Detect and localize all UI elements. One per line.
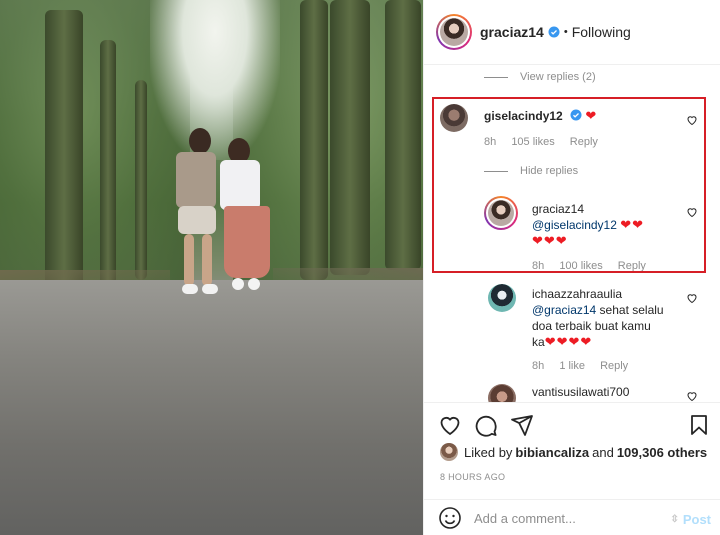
add-comment-bar: ⇳ Post — [424, 499, 720, 535]
post-button[interactable]: ⇳ Post — [670, 512, 711, 527]
liker-avatar[interactable] — [440, 443, 458, 461]
emoji-icon[interactable] — [438, 506, 462, 530]
post-header: graciaz14 • Following — [424, 0, 720, 65]
like-heart-icon[interactable] — [438, 413, 462, 437]
scroll-arrows-icon: ⇳ — [670, 514, 679, 525]
liked-by-prefix: Liked by — [464, 444, 513, 460]
post-photo[interactable] — [0, 0, 423, 535]
tree-trunk — [385, 0, 421, 270]
replies-divider — [484, 76, 508, 78]
liked-by-count[interactable]: 109,306 others — [617, 445, 707, 460]
avatar[interactable] — [488, 284, 516, 312]
comment-username[interactable]: vantisusilawati700 — [532, 385, 629, 399]
avatar[interactable] — [488, 384, 516, 402]
comment-likes[interactable]: 1 like — [559, 360, 585, 372]
comment-text: ka — [532, 335, 545, 349]
tree-trunk — [300, 0, 328, 280]
view-replies-toggle[interactable]: View replies (2) — [484, 71, 596, 83]
action-icons — [436, 411, 713, 439]
person-woman — [214, 138, 272, 298]
header-separator: • — [563, 26, 568, 38]
comment-text: doa terbaik buat kamu — [532, 319, 651, 333]
tree-trunk — [45, 10, 83, 295]
comments-list[interactable]: View replies (2) giselacindy12 ❤ 8h 105 … — [424, 66, 720, 402]
author-username[interactable]: graciaz14 — [480, 24, 544, 40]
tree-trunk — [135, 80, 147, 280]
post-label: Post — [682, 512, 711, 527]
reply-ichaazzahraaulia: ichaazzahraaulia @graciaz14 sehat selalu… — [424, 282, 720, 372]
road — [0, 280, 423, 535]
liked-by-summary[interactable]: Liked by bibiancaliza and 109,306 others — [440, 443, 707, 461]
post-timestamp[interactable]: 8 HOURS AGO — [440, 472, 505, 482]
heart-outline-icon[interactable] — [686, 292, 698, 304]
post-side-panel: graciaz14 • Following View replies (2) g… — [423, 0, 720, 535]
verified-badge-icon — [548, 26, 560, 38]
tree-trunk — [100, 40, 116, 285]
comment-username[interactable]: ichaazzahraaulia — [532, 286, 692, 302]
mention-link[interactable]: @graciaz14 — [532, 303, 596, 317]
reply-button[interactable]: Reply — [600, 360, 628, 372]
post-actions: Liked by bibiancaliza and 109,306 others… — [424, 402, 720, 535]
liked-by-user[interactable]: bibiancaliza — [515, 445, 589, 460]
bookmark-icon[interactable] — [687, 413, 711, 437]
liked-by-mid: and — [592, 444, 614, 460]
heart-emoji: ❤❤❤❤ — [544, 334, 593, 349]
highlight-box — [432, 97, 706, 273]
following-button[interactable]: Following — [572, 24, 631, 40]
comment-icon[interactable] — [474, 413, 498, 437]
comment-time[interactable]: 8h — [532, 360, 544, 372]
reply-vantisusilawati700: vantisusilawati700 — [424, 382, 720, 402]
share-icon[interactable] — [510, 413, 534, 437]
author-avatar[interactable] — [436, 14, 472, 50]
view-replies-label: View replies (2) — [520, 71, 596, 83]
comment-text: sehat selalu — [596, 303, 664, 317]
heart-outline-icon[interactable] — [686, 390, 698, 402]
comment-input[interactable] — [474, 510, 664, 526]
tree-trunk — [330, 0, 370, 275]
